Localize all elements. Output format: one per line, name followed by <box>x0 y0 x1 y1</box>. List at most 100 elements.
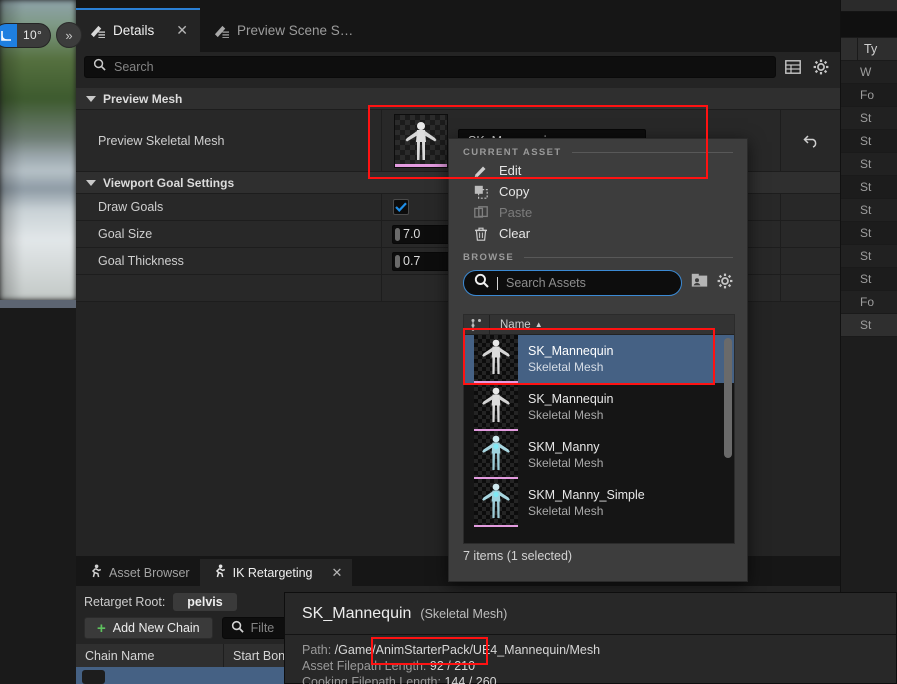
tooltip-line-path: Path: /Game/AnimStarterPack/UE4_Mannequi… <box>302 642 896 658</box>
menu-item-copy-label: Copy <box>499 184 530 199</box>
outliner-search[interactable] <box>840 12 897 38</box>
list-item[interactable]: SK_Mannequin Skeletal Mesh <box>464 335 734 383</box>
tab-asset-browser[interactable]: Asset Browser <box>76 559 200 586</box>
tab-details-label: Details <box>113 22 155 38</box>
table-row[interactable]: St <box>840 107 897 130</box>
view-options-gear-icon[interactable] <box>717 273 733 294</box>
goal-thickness-value: 0.7 <box>403 254 421 268</box>
asset-tooltip: SK_Mannequin (Skeletal Mesh) Path: /Game… <box>284 592 897 684</box>
runner-icon <box>212 564 226 581</box>
list-item[interactable]: SK_Mannequin Skeletal Mesh <box>464 383 734 431</box>
trash-icon <box>473 227 489 241</box>
menu-item-clear[interactable]: Clear <box>449 223 747 244</box>
search-input[interactable]: Search <box>84 56 776 78</box>
text-caret <box>497 276 498 290</box>
table-row[interactable]: St <box>840 222 897 245</box>
menu-item-copy[interactable]: Copy <box>449 181 747 202</box>
close-icon[interactable]: ✕ <box>332 565 343 581</box>
browse-label: BROWSE <box>463 252 515 263</box>
table-row[interactable]: W <box>840 61 897 84</box>
search-icon <box>231 620 244 636</box>
table-view-icon[interactable] <box>782 56 804 78</box>
asset-type: Skeletal Mesh <box>528 360 604 374</box>
menu-item-clear-label: Clear <box>499 226 531 241</box>
asset-name: SKM_Manny <box>528 440 600 454</box>
browse-to-asset-icon[interactable] <box>691 273 708 293</box>
column-name-label: Name <box>500 318 531 331</box>
asset-list-scrollbar[interactable] <box>724 338 732 458</box>
tooltip-body: Path: /Game/AnimStarterPack/UE4_Mannequi… <box>285 635 896 684</box>
list-item[interactable]: SKM_Manny_Simple Skeletal Mesh <box>464 479 734 527</box>
table-row[interactable]: St <box>840 268 897 291</box>
asset-search-row: Search Assets <box>463 270 733 296</box>
outliner-type-column-header[interactable]: Ty <box>858 38 897 60</box>
asset-search-placeholder: Search Assets <box>506 276 586 290</box>
details-tabstrip: Details ✕ Preview Scene S… <box>76 0 840 52</box>
chain-name-column-header[interactable]: Chain Name <box>76 644 224 667</box>
asset-list-status: 7 items (1 selected) <box>463 549 573 563</box>
sort-ascending-icon: ▲ <box>534 320 543 329</box>
copy-icon <box>473 185 489 199</box>
chevron-double-right-icon[interactable]: » <box>56 22 83 48</box>
tooltip-path-value: /Game/AnimStarterPack/UE4_Mannequin/Mesh <box>334 643 601 657</box>
table-row[interactable]: St <box>840 153 897 176</box>
category-viewport-goal-settings-label: Viewport Goal Settings <box>103 175 235 190</box>
table-row[interactable]: St <box>840 314 897 337</box>
asset-name: SK_Mannequin <box>528 344 614 358</box>
asset-type: Skeletal Mesh <box>528 504 604 518</box>
table-row[interactable]: St <box>840 199 897 222</box>
chain-name-cell[interactable] <box>82 670 106 684</box>
category-preview-mesh[interactable]: Preview Mesh <box>76 88 840 110</box>
outliner-type-cell: St <box>860 111 872 125</box>
menu-item-paste[interactable]: Paste <box>449 202 747 223</box>
column-options-icon[interactable] <box>464 315 490 334</box>
tooltip-line-cooking-filepath-length: Cooking Filepath Length: 144 / 260 <box>302 674 896 684</box>
details-sheet-icon <box>214 23 229 38</box>
category-preview-mesh-label: Preview Mesh <box>103 91 183 106</box>
search-icon <box>474 273 489 293</box>
add-new-chain-button[interactable]: + Add New Chain <box>84 617 213 639</box>
chain-filter-placeholder: Filte <box>250 621 275 635</box>
paste-icon <box>473 205 489 220</box>
goal-size-value: 7.0 <box>403 227 421 241</box>
skeletal-mesh-thumbnail[interactable] <box>394 113 448 168</box>
tab-ik-retargeting[interactable]: IK Retargeting ✕ <box>199 559 353 586</box>
asset-thumbnail <box>474 335 518 383</box>
thumbnail-type-bar <box>474 525 518 527</box>
table-row[interactable]: St <box>840 245 897 268</box>
goal-thickness-label: Goal Thickness <box>98 254 184 268</box>
preview-skeletal-mesh-label: Preview Skeletal Mesh <box>98 133 225 148</box>
table-row[interactable]: Fo <box>840 84 897 107</box>
outliner-type-cell: St <box>860 249 872 263</box>
table-row[interactable]: St <box>840 176 897 199</box>
current-asset-label: CURRENT ASSET <box>463 147 562 158</box>
draw-goals-checkbox[interactable] <box>393 199 409 215</box>
tooltip-path-key: Path: <box>302 643 332 657</box>
tooltip-asset-type: (Skeletal Mesh) <box>420 606 508 621</box>
row-spacer <box>780 248 840 274</box>
close-icon[interactable]: ✕ <box>176 23 188 37</box>
table-row[interactable]: St <box>840 130 897 153</box>
tab-preview-scene-settings[interactable]: Preview Scene S… <box>200 8 365 52</box>
reset-arrow-icon[interactable] <box>780 110 840 171</box>
asset-list: Name ▲ SK_Mannequin Skeletal Mesh SK_Man… <box>463 314 735 544</box>
panel-divider[interactable] <box>840 0 841 684</box>
menu-item-edit[interactable]: Edit <box>449 160 747 181</box>
outliner-type-cell: St <box>860 180 872 194</box>
row-spacer <box>780 221 840 247</box>
tab-details[interactable]: Details ✕ <box>76 8 200 52</box>
chevron-down-icon <box>86 95 96 102</box>
asset-list-column-name[interactable]: Name ▲ <box>490 319 543 331</box>
asset-search-input[interactable]: Search Assets <box>463 270 682 296</box>
menu-item-edit-label: Edit <box>499 163 522 178</box>
goal-size-label: Goal Size <box>98 227 153 241</box>
list-item[interactable]: SKM_Manny Skeletal Mesh <box>464 431 734 479</box>
viewport-bottom-bar <box>0 300 76 308</box>
tooltip-cooking-filepath-value: 144 / 260 <box>444 675 497 684</box>
table-row[interactable]: Fo <box>840 291 897 314</box>
retarget-root-value[interactable]: pelvis <box>173 593 237 611</box>
row-spacer <box>780 194 840 220</box>
gear-icon[interactable] <box>810 56 832 78</box>
angle-snap-control[interactable]: 10° <box>0 22 52 48</box>
thumbnail-type-bar <box>395 163 447 167</box>
